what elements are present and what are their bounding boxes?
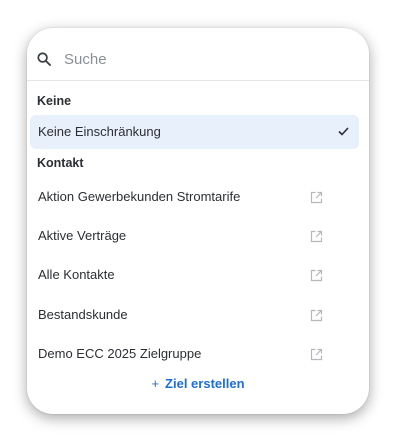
group-header-kontakt: Kontakt bbox=[37, 156, 84, 170]
search-row bbox=[27, 28, 369, 81]
group-header-keine: Keine bbox=[37, 94, 72, 108]
option-label: Bestandskunde bbox=[38, 307, 128, 322]
external-link-icon[interactable] bbox=[310, 348, 323, 361]
option-label: Aktive Verträge bbox=[38, 228, 127, 243]
create-goal-label: Ziel erstellen bbox=[165, 376, 245, 391]
create-goal-button[interactable]: + Ziel erstellen bbox=[27, 376, 369, 391]
external-link-icon[interactable] bbox=[310, 230, 323, 243]
search-input[interactable] bbox=[64, 48, 344, 70]
option-label: Demo ECC 2025 Zielgruppe bbox=[38, 346, 202, 361]
option-label: Alle Kontakte bbox=[38, 267, 115, 282]
option-alle-kontakte[interactable]: Alle Kontakte bbox=[30, 258, 359, 292]
plus-icon: + bbox=[151, 376, 160, 391]
search-icon bbox=[37, 52, 51, 66]
option-label: Aktion Gewerbekunden Stromtarife bbox=[38, 189, 241, 204]
target-select-dropdown: Keine Keine Einschränkung Kontakt Aktion… bbox=[27, 28, 369, 414]
option-keine-einschraenkung[interactable]: Keine Einschränkung bbox=[30, 115, 359, 149]
option-aktion-gewerbekunden[interactable]: Aktion Gewerbekunden Stromtarife bbox=[30, 180, 359, 214]
option-label: Keine Einschränkung bbox=[38, 124, 161, 139]
option-aktive-vertraege[interactable]: Aktive Verträge bbox=[30, 219, 359, 253]
check-icon bbox=[338, 127, 349, 136]
option-bestandskunde[interactable]: Bestandskunde bbox=[30, 298, 359, 332]
external-link-icon[interactable] bbox=[310, 309, 323, 322]
external-link-icon[interactable] bbox=[310, 269, 323, 282]
external-link-icon[interactable] bbox=[310, 191, 323, 204]
option-demo-ecc-2025[interactable]: Demo ECC 2025 Zielgruppe bbox=[30, 337, 359, 371]
